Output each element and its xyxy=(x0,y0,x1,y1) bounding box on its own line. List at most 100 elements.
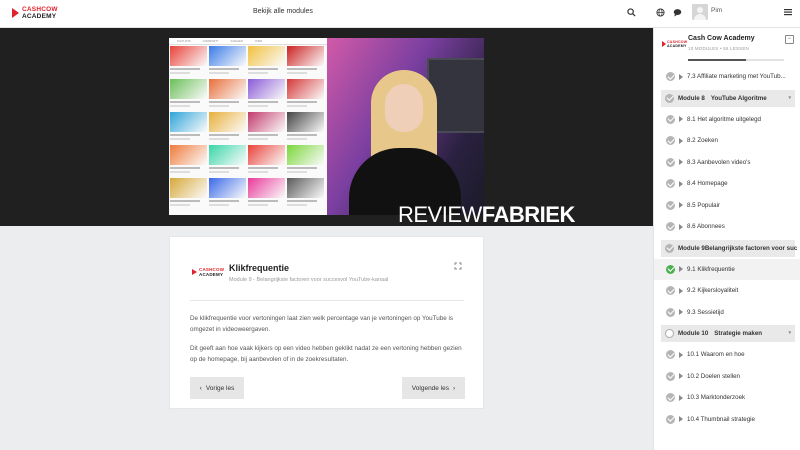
logo-line1: CASHCOW xyxy=(22,6,58,13)
yt-tab: OVER xyxy=(254,39,263,43)
view-all-modules-link[interactable]: Bekijk alle modules xyxy=(253,8,313,15)
check-icon[interactable] xyxy=(666,393,675,403)
check-icon[interactable] xyxy=(666,286,675,296)
module-number: Module 8 xyxy=(678,94,705,102)
cashcow-logo[interactable]: CASHCOW ACADEMY xyxy=(12,6,58,20)
lesson-title: Klikfrequentie xyxy=(229,263,290,273)
chevron-left-icon: ‹ xyxy=(199,384,202,392)
avatar[interactable] xyxy=(692,4,708,20)
lesson-label: 8.4 Homepage xyxy=(687,180,728,188)
completed-check-icon[interactable] xyxy=(666,264,675,274)
expand-icon[interactable] xyxy=(454,262,462,270)
yt-thumbnail xyxy=(209,46,247,78)
yt-thumbnail xyxy=(287,178,325,210)
lesson-label: 9.1 Klikfrequentie xyxy=(687,265,735,273)
sidebar-lesson-item[interactable]: 7.3 Affiliate marketing met YouTub... xyxy=(654,66,800,88)
check-icon[interactable] xyxy=(666,307,675,317)
lesson-label: 10.4 Thumbnail strategie xyxy=(687,415,755,423)
play-icon xyxy=(679,373,683,380)
yt-thumbnail xyxy=(209,178,247,210)
lesson-label: 10.1 Waarom en hoe xyxy=(687,351,745,359)
check-icon[interactable] xyxy=(666,179,675,189)
lesson-label: 7.3 Affiliate marketing met YouTub... xyxy=(687,73,786,81)
sidebar-module-header[interactable]: Module 9 Belangrijkste factoren voor suc xyxy=(661,239,797,257)
sidebar-lesson-item[interactable]: 8.4 Homepage xyxy=(654,173,800,195)
check-icon[interactable] xyxy=(666,72,675,82)
check-icon[interactable] xyxy=(666,200,675,210)
yt-thumbnail xyxy=(170,178,208,210)
yt-thumbnail xyxy=(209,79,247,111)
sidebar-lesson-item[interactable]: 10.1 Waarom en hoe xyxy=(654,344,800,366)
sidebar-module-header[interactable]: Module 8 YouTube Algoritme ▾ xyxy=(661,89,795,107)
presenter-shot xyxy=(327,38,484,215)
yt-thumbnail xyxy=(287,79,325,111)
chat-icon[interactable] xyxy=(672,8,682,18)
yt-thumbnail xyxy=(209,145,247,177)
logo-mark-icon xyxy=(12,8,19,18)
chevron-down-icon[interactable]: ▾ xyxy=(788,95,791,101)
play-icon xyxy=(679,159,683,166)
sidebar-lesson-item[interactable]: 9.2 Kijkersloyaliteit xyxy=(654,280,800,302)
play-icon xyxy=(679,223,683,230)
sidebar-lesson-item[interactable]: 9.1 Klikfrequentie xyxy=(654,258,800,280)
play-icon xyxy=(679,202,683,209)
play-icon xyxy=(679,351,683,358)
lesson-list: 7.3 Affiliate marketing met YouTub... Mod… xyxy=(654,66,800,430)
yt-tabs: PLAYLISTS COMMUNITY KANALEN OVER xyxy=(169,38,327,45)
check-icon[interactable] xyxy=(666,350,675,360)
youtube-channel-screenshot: PLAYLISTS COMMUNITY KANALEN OVER xyxy=(169,38,327,215)
check-icon[interactable] xyxy=(666,136,675,146)
yt-thumbnail xyxy=(170,46,208,78)
sidebar-lesson-item[interactable]: 10.3 Marktonderzoek xyxy=(654,387,800,409)
yt-video-grid xyxy=(170,46,325,210)
check-icon[interactable] xyxy=(666,371,675,381)
yt-thumbnail xyxy=(248,79,286,111)
sidebar-module-header[interactable]: Module 10 Strategie maken ▾ xyxy=(661,325,795,342)
lesson-label: 10.2 Doelen stellen xyxy=(687,372,740,380)
yt-thumbnail xyxy=(170,145,208,177)
lesson-card: CASHCOW ACADEMY Klikfrequentie Module 9 … xyxy=(169,236,484,409)
yt-thumbnail xyxy=(248,145,286,177)
lesson-label: 8.5 Populair xyxy=(687,201,721,209)
chevron-right-icon: › xyxy=(453,384,456,392)
module-check-icon xyxy=(665,243,674,253)
sidebar-lesson-item[interactable]: 8.1 Het algoritme uitgelegd xyxy=(654,109,800,131)
search-icon[interactable] xyxy=(626,8,636,18)
check-icon[interactable] xyxy=(666,222,675,232)
course-meta: 10 MODULES • 55 LESSEN xyxy=(688,46,749,51)
next-lesson-button[interactable]: Volgende les › xyxy=(402,377,465,399)
sidebar-header: CASHCOW ACADEMY Cash Cow Academy 10 MODU… xyxy=(654,28,800,64)
play-icon xyxy=(679,73,683,80)
lesson-label: 8.6 Abonnees xyxy=(687,223,725,231)
divider xyxy=(190,300,464,301)
logo-mark-icon xyxy=(662,41,666,47)
play-icon xyxy=(679,309,683,316)
check-icon[interactable] xyxy=(666,414,675,424)
yt-thumbnail xyxy=(170,112,208,144)
sidebar-lesson-item[interactable]: 10.4 Thumbnail strategie xyxy=(654,409,800,431)
play-icon xyxy=(679,266,683,273)
sidebar-lesson-item[interactable]: 8.2 Zoeken xyxy=(654,130,800,152)
username[interactable]: Pim xyxy=(711,7,722,14)
menu-icon[interactable] xyxy=(783,8,793,18)
yt-thumbnail xyxy=(287,46,325,78)
sidebar-lesson-item[interactable]: 10.2 Doelen stellen xyxy=(654,366,800,388)
video-thumbnail[interactable]: PLAYLISTS COMMUNITY KANALEN OVER xyxy=(169,38,484,215)
course-progress-bar xyxy=(688,59,784,61)
logo-line2: ACADEMY xyxy=(22,13,57,20)
yt-thumbnail xyxy=(248,112,286,144)
sidebar-lesson-item[interactable]: 8.5 Populair xyxy=(654,195,800,217)
play-icon xyxy=(679,394,683,401)
yt-tab: KANALEN xyxy=(230,39,243,43)
logo-mark-icon xyxy=(192,269,197,275)
video-player[interactable]: PLAYLISTS COMMUNITY KANALEN OVER REVIEWF… xyxy=(0,28,653,227)
check-icon[interactable] xyxy=(666,157,675,167)
sidebar-lesson-item[interactable]: 8.3 Aanbevolen video's xyxy=(654,152,800,174)
chevron-down-icon[interactable]: ▾ xyxy=(788,330,791,336)
previous-lesson-button[interactable]: ‹ Vorige les xyxy=(190,377,244,399)
collapse-sidebar-icon[interactable]: − xyxy=(785,35,794,44)
sidebar-lesson-item[interactable]: 9.3 Sessietijd xyxy=(654,302,800,324)
check-icon[interactable] xyxy=(666,114,675,124)
sidebar-lesson-item[interactable]: 8.6 Abonnees xyxy=(654,216,800,238)
globe-icon[interactable] xyxy=(655,8,665,18)
